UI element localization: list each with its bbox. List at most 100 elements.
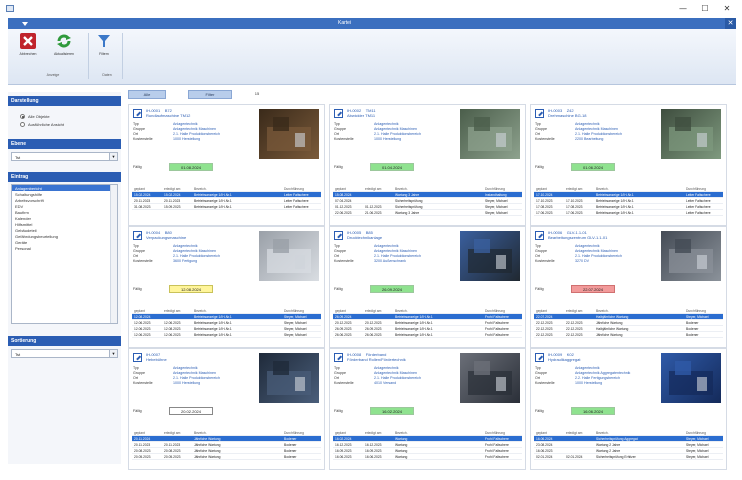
field-typ: Typ Anlagentechnik: [535, 366, 600, 370]
field-value: 2.2. Halle Fertigungsbereich: [575, 376, 620, 380]
tab-filter[interactable]: Filter: [188, 90, 232, 99]
table-row[interactable]: 12.06.2023 12.06.2023 Betriebsanzeige 1/IH…: [132, 332, 321, 338]
asset-card[interactable]: IH-0009 K02 Hydraulikaggregat Typ Anlagente…: [530, 348, 727, 470]
table-cell: Steyer, Michael: [485, 199, 508, 203]
asset-card[interactable]: IH-0001 B72 Rundlaufmaschine TM12 Typ Anlag…: [128, 104, 325, 226]
field-gruppe: Gruppe Anlagentechnik Maschinen: [535, 127, 618, 131]
table-cell: Bodener: [284, 449, 297, 453]
table-cell: Halbjährliche Wartung: [596, 315, 629, 319]
chevron-down-icon[interactable]: ▼: [109, 153, 117, 160]
asset-card[interactable]: IH-0004 B80 Verpackungsmaschine Typ Anlagen…: [128, 226, 325, 348]
table-cell: Betriebsanzeige 1/IH-Nr.1: [596, 211, 634, 215]
edit-icon[interactable]: [334, 353, 343, 362]
refresh-button[interactable]: Aktualisieren: [52, 33, 76, 56]
field-value: 1000 Herstellung: [173, 381, 201, 385]
field-label: Gruppe: [133, 249, 145, 253]
field-label: Typ: [133, 244, 139, 248]
asset-card[interactable]: IH-0007 Hebebühne Typ Anlagentechnik Gruppe…: [128, 348, 325, 470]
table-cell: 21.06.2023: [365, 211, 382, 215]
asset-photo: [259, 231, 319, 281]
edit-icon[interactable]: [535, 353, 544, 362]
field-ort: Ort 2.1. Halle Produktionsbereich: [535, 132, 622, 136]
table-cell: Halbjährliche Wartung: [596, 327, 629, 331]
asset-name: Abwickler TM11: [347, 113, 376, 118]
col-header: geplant: [536, 187, 547, 191]
field-label: Ort: [535, 132, 540, 136]
table-cell: 26.09.2023: [365, 327, 382, 331]
edit-icon[interactable]: [535, 231, 544, 240]
tab-alle[interactable]: Alle: [128, 90, 166, 99]
field-kostenstelle: Kostenstelle 2200 Bearbeitung: [535, 137, 603, 141]
maximize-button[interactable]: ☐: [698, 4, 712, 14]
field-value: Anlagentechnik Maschinen: [374, 371, 417, 375]
field-ort: Ort 2.1. Halle Produktionsbereich: [133, 254, 220, 258]
edit-icon[interactable]: [334, 231, 343, 240]
asset-card[interactable]: IH-0003 Z42 Drehmaschine BG-18 Typ Anlagent…: [530, 104, 727, 226]
filter-button[interactable]: Filtern: [92, 33, 116, 56]
field-value: 1000 Herstellung: [173, 137, 201, 141]
asset-photo: [661, 353, 721, 403]
chevron-down-icon[interactable]: ▼: [109, 350, 117, 357]
section-darstellung: Darstellung: [8, 96, 121, 106]
table-cell: Steyer, Michael: [686, 315, 709, 319]
table-row[interactable]: 26.06.2023 26.06.2023 Betriebsanzeige 1/IH…: [333, 332, 522, 338]
table-cell: 15.09.2023: [164, 205, 181, 209]
table-row[interactable]: 20.05.2023 20.05.2023 Jährliche Wartung Bod…: [132, 454, 321, 460]
table-cell: 16.12.2023: [335, 443, 352, 447]
minimize-button[interactable]: —: [676, 4, 690, 14]
due-date-badge: 01.04.2024: [370, 163, 414, 171]
field-value: 2.1. Halle Produktionsbereich: [173, 376, 220, 380]
edit-icon[interactable]: [334, 109, 343, 118]
table-row[interactable]: 16.06.2023 16.06.2023 Wartung Frohl Faltsch…: [333, 454, 522, 460]
edit-icon[interactable]: [133, 353, 142, 362]
field-value: Anlagentechnik Maschinen: [374, 127, 417, 131]
col-header: Bezeich.: [194, 187, 207, 191]
radio-detailed-view[interactable]: Ausführliche Ansicht: [20, 122, 65, 128]
table-cell: Wartung: [395, 449, 408, 453]
field-ort: Ort 2.1. Halle Produktionsbereich: [334, 376, 421, 380]
asset-card[interactable]: IH-0002 TM11 Abwickler TM11 Typ Anlagentech…: [329, 104, 526, 226]
close-button[interactable]: ✕: [720, 4, 734, 14]
asset-card[interactable]: IH-0008 Förderband Förderband Rollen/Förd…: [329, 348, 526, 470]
ribbon-collapse-chevron-icon[interactable]: [22, 22, 28, 26]
field-value: Anlagentechnik: [374, 122, 399, 126]
edit-icon[interactable]: [133, 109, 142, 118]
field-typ: Typ Anlagentechnik: [535, 122, 600, 126]
list-item[interactable]: Personal: [12, 245, 117, 251]
edit-icon[interactable]: [535, 109, 544, 118]
table-row[interactable]: 17.06.2023 17.06.2023 Betriebsanzeige 1/IH…: [534, 210, 723, 216]
table-cell: 16.12.2023: [365, 443, 382, 447]
ebene-select[interactable]: Tst ▼: [11, 152, 118, 161]
table-cell: 12.06.2023: [164, 333, 181, 337]
cancel-button[interactable]: Abbrechen: [16, 33, 40, 56]
sortierung-select[interactable]: Tst ▼: [11, 349, 118, 358]
table-row[interactable]: 02.01.2024 02.01.2024 Sicherheitsprüfung E…: [534, 454, 723, 460]
asset-card[interactable]: IH-0005 B85 Drucktechnikanlage Typ Anlagent…: [329, 226, 526, 348]
edit-icon[interactable]: [133, 231, 142, 240]
ribbon-close-icon[interactable]: ✕: [725, 18, 736, 29]
field-value: 2.1. Halle Produktionsbereich: [173, 254, 220, 258]
eintrag-list[interactable]: Anlagenbericht Schaltungshilfe Arbeitsvo…: [11, 184, 118, 324]
field-label: Ort: [334, 376, 339, 380]
table-cell: Frohl Faltschere: [485, 333, 509, 337]
table-row[interactable]: 22.06.2023 21.06.2023 Wartung 3 Jahre Steye…: [333, 210, 522, 216]
due-label: Fällig: [334, 165, 343, 169]
field-label: Gruppe: [535, 371, 547, 375]
table-cell: 31.08.2023: [134, 205, 151, 209]
field-label: Typ: [535, 244, 541, 248]
list-scrollbar[interactable]: [110, 185, 117, 323]
radio-detailed-label: Ausführliche Ansicht: [28, 122, 65, 127]
table-cell: 15.02.2024: [164, 193, 181, 197]
col-header: geplant: [335, 431, 346, 435]
asset-card[interactable]: IH-0006 GLV-1.1-01 Bearbeitungszentrum GL…: [530, 226, 727, 348]
table-cell: Steyer, Michael: [284, 321, 307, 325]
field-value: 2200 Bearbeitung: [575, 137, 604, 141]
due-date-badge: 01.08.2024: [169, 163, 213, 171]
radio-all-objects[interactable]: Alle Objekte: [20, 114, 50, 120]
table-cell: 20.05.2023: [134, 455, 151, 459]
field-value: 1000 Herstellung: [374, 137, 402, 141]
table-cell: 23.08.2024: [536, 443, 553, 447]
left-panel: Darstellung Alle Objekte Ausführliche An…: [8, 92, 121, 464]
table-row[interactable]: 31.08.2023 15.09.2023 Betriebsanzeige 1/IH…: [132, 204, 321, 210]
table-row[interactable]: 22.12.2023 22.12.2023 Jährliche Wartung Bod…: [534, 332, 723, 338]
